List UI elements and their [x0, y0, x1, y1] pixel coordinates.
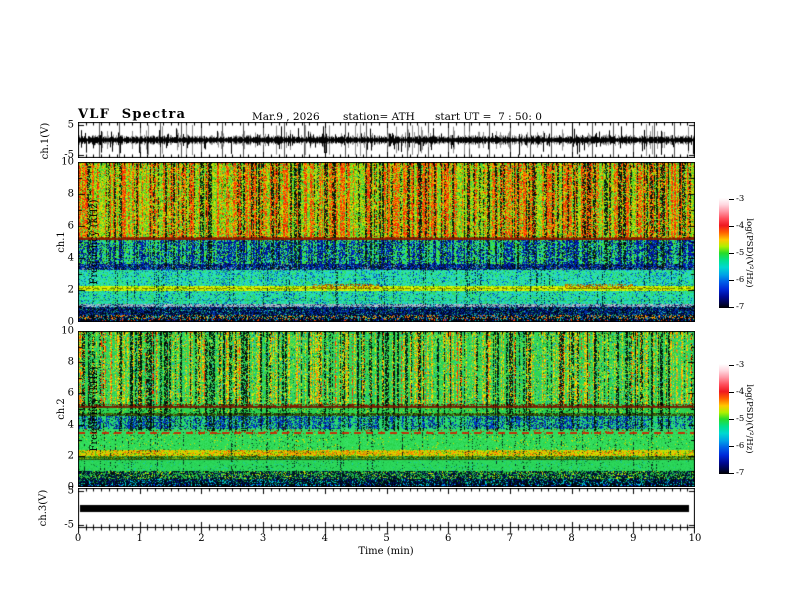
ch1-freq-tick-label: 0 [67, 316, 74, 328]
colorbar-ch1-tick-label: -3 [736, 194, 745, 204]
colorbar-ch2-gradient [719, 364, 729, 474]
colorbar-ch1-tick-label: -7 [736, 302, 745, 312]
colorbar-ch2-tick-mark [729, 419, 734, 420]
figure-title: VLF Spectra [78, 107, 187, 122]
ch2-spectrogram-panel [78, 331, 695, 487]
colorbar-ch1-tick-label: -4 [736, 221, 745, 231]
ch1-volt-tick-label: 5 [67, 119, 74, 131]
ch2-freq-tick-label: 6 [67, 387, 74, 399]
time-tick-label: 1 [136, 533, 143, 544]
ch2-freq-tick-label: 8 [67, 356, 74, 368]
time-tick-label: 7 [506, 533, 514, 544]
colorbar-ch2-tick-mark [729, 473, 734, 474]
ch2-freq-tick-label: 4 [67, 419, 74, 431]
colorbar-ch1-tick-label: -5 [736, 248, 745, 258]
ch2-freq-tick-label: 2 [67, 450, 74, 462]
colorbar-ch1-tick-label: -6 [736, 275, 745, 285]
colorbar-ch2-tick-label: -6 [736, 441, 745, 451]
time-tick-label: 6 [445, 533, 452, 544]
colorbar-ch2-tick-mark [729, 446, 734, 447]
colorbar-ch2-tick-label: -5 [736, 414, 745, 424]
time-tick-label: 3 [259, 533, 267, 544]
time-tick-label: 5 [383, 533, 390, 544]
colorbar-ch2-tick-label: -3 [736, 360, 745, 370]
colorbar-ch1-tick-mark [729, 280, 734, 281]
colorbar-ch2-tick-label: -7 [736, 468, 745, 478]
colorbar-ch1-tick-mark [729, 253, 734, 254]
colorbar-ch2-tick-mark [729, 392, 734, 393]
ch1-label-line2: Frequency (kHz) [89, 199, 100, 285]
colorbar-ch1-tick-mark [729, 307, 734, 308]
time-tick-label: 9 [630, 533, 637, 544]
colorbar-ch1-tick-mark [729, 226, 734, 227]
colorbar-ch2-tick-label: -4 [736, 387, 745, 397]
ch1-freq-tick-label: 4 [67, 252, 74, 264]
ch1-spectrogram-panel [78, 162, 695, 322]
colorbar-ch1-tick-mark [729, 199, 734, 200]
ch1-volt-tick-label: -5 [64, 149, 74, 161]
ch1-waveform-panel [78, 122, 695, 158]
colorbar-ch1-gradient [719, 198, 729, 308]
time-axis-title: Time (min) [358, 546, 414, 557]
time-tick-label: 2 [198, 533, 205, 544]
ch2-label-line2: Frequency (kHz) [89, 366, 100, 452]
ch1-freq-tick-label: 8 [67, 188, 74, 200]
colorbar-ch2-tick-mark [729, 365, 734, 366]
time-tick-label: 8 [568, 533, 575, 544]
ch3-volt-tick-label: -5 [64, 519, 74, 531]
time-tick-label: 4 [321, 533, 328, 544]
ch1-freq-tick-label: 6 [67, 220, 74, 232]
ch1-freq-tick-label: 2 [67, 284, 74, 296]
ch3-volt-tick-label: 5 [67, 485, 74, 497]
vlf-spectra-figure: VLF Spectra Mar.9 , 2026 station= ATH st… [0, 0, 792, 612]
time-tick-label: 0 [74, 533, 82, 544]
time-tick-label: 10 [688, 533, 702, 544]
